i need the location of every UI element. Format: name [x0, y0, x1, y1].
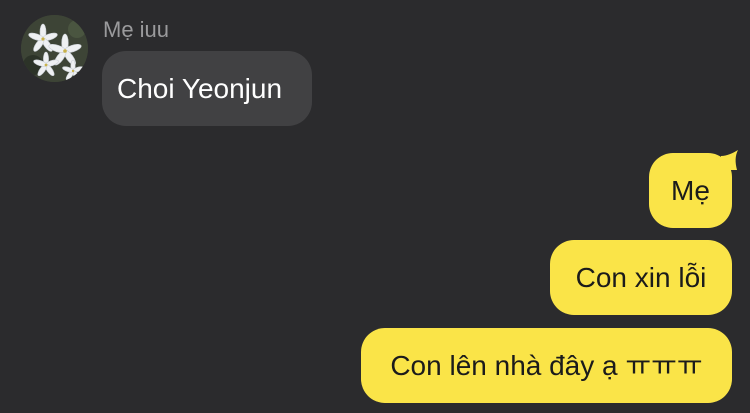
sender-name: Mẹ iuu	[103, 17, 170, 42]
outgoing-message-bubble[interactable]: Mẹ	[649, 153, 732, 228]
outgoing-message-bubble[interactable]: Con lên nhà đây ạ ㅠㅠㅠ	[361, 328, 732, 403]
white-lily-flowers-icon	[21, 15, 88, 82]
incoming-message-bubble[interactable]: Choi Yeonjun	[102, 51, 312, 126]
contact-avatar[interactable]	[21, 15, 88, 82]
outgoing-message-bubble[interactable]: Con xin lỗi	[550, 240, 732, 315]
